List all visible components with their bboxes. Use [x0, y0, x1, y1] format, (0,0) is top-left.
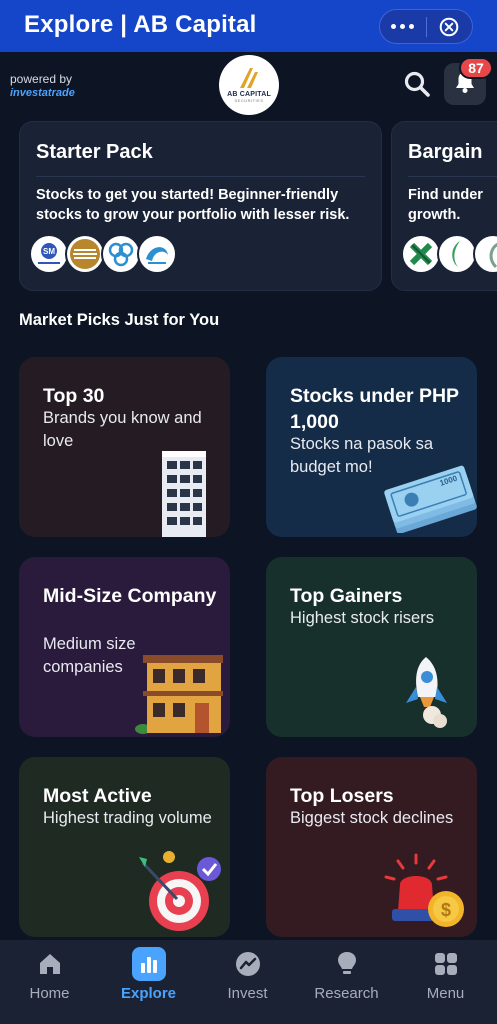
grid-icon — [429, 947, 463, 981]
nav-label: Home — [29, 985, 70, 1002]
pack-description: Find under growth. — [408, 187, 483, 223]
trend-icon — [231, 947, 265, 981]
most-active-card[interactable]: Most Active Highest trading volume — [19, 757, 230, 937]
search-icon[interactable] — [402, 69, 432, 99]
target-icon — [133, 849, 225, 937]
starter-pack-card[interactable]: Starter Pack Stocks to get you started! … — [19, 121, 382, 291]
money-stack-icon: 1000 — [381, 455, 477, 537]
notification-count-badge: 87 — [459, 57, 493, 79]
bargain-pack-card[interactable]: Bargain Find under growth. — [391, 121, 497, 291]
stocks-under-php-1000-card[interactable]: Stocks under PHP 1,000 Stocks na pasok s… — [266, 357, 477, 537]
top-gainers-card[interactable]: Top Gainers Highest stock risers — [266, 557, 477, 737]
nav-label: Menu — [426, 985, 465, 1002]
building-icon — [154, 445, 214, 537]
house-icon — [133, 651, 225, 737]
card-subtitle: Highest trading volume — [43, 809, 212, 827]
pack-title: Starter Pack — [36, 141, 153, 163]
logo-text: AB CAPITAL — [227, 91, 271, 98]
green-leaf-logo — [437, 234, 477, 274]
bar-chart-icon — [131, 947, 166, 981]
card-title: Top Losers — [290, 785, 394, 807]
card-title: Top Gainers — [290, 585, 403, 607]
card-title: Top 30 — [43, 385, 105, 407]
rocket-icon — [402, 655, 454, 734]
nav-home[interactable]: Home — [0, 940, 99, 1024]
title-bar: Explore | AB Capital — [0, 0, 497, 52]
nav-menu[interactable]: Menu — [396, 940, 495, 1024]
powered-by-brand: investatrade — [10, 87, 75, 99]
powered-by-label: powered by — [10, 72, 73, 86]
nav-label: Invest — [227, 985, 268, 1002]
pack-stock-logos — [401, 234, 497, 274]
pack-title: Bargain — [408, 141, 483, 163]
alarm-siren-icon: $ — [376, 849, 472, 937]
top-30-card[interactable]: Top 30 Brands you know and love — [19, 357, 230, 537]
wave-logo — [137, 234, 177, 274]
nav-label: Explore — [120, 985, 177, 1002]
pack-description: Stocks to get you started! Beginner-frie… — [36, 187, 350, 223]
sm-investments-logo: SM — [29, 234, 69, 274]
window-controls — [379, 9, 473, 44]
card-subtitle: Highest stock risers — [290, 609, 434, 627]
svg-text:SM: SM — [43, 247, 55, 256]
logo-subtext: SECURITIES — [234, 98, 264, 103]
close-circle-icon[interactable] — [426, 10, 472, 43]
card-title: Mid-Size Company — [43, 585, 217, 607]
mid-size-company-card[interactable]: Mid-Size Company Medium size companies — [19, 557, 230, 737]
nav-label: Research — [314, 985, 379, 1002]
home-icon — [33, 947, 67, 981]
pack-stock-logos: SM — [29, 234, 177, 274]
ab-capital-logo[interactable]: AB CAPITAL SECURITIES — [219, 55, 279, 115]
more-horizontal-icon[interactable] — [380, 10, 426, 43]
top-losers-card[interactable]: Top Losers Biggest stock declines $ — [266, 757, 477, 937]
card-title: Stocks under PHP 1,000 — [290, 385, 459, 433]
card-subtitle: Biggest stock declines — [290, 809, 454, 827]
pack-divider — [36, 176, 365, 177]
gold-stripes-logo — [65, 234, 105, 274]
card-title: Most Active — [43, 785, 152, 807]
svg-text:$: $ — [441, 900, 451, 920]
window-title: Explore | AB Capital — [24, 11, 257, 38]
section-title: Market Picks Just for You — [19, 311, 220, 329]
gray-leaf-logo — [473, 234, 497, 274]
nav-explore[interactable]: Explore — [99, 940, 198, 1024]
bottom-navigation: Home Explore Invest Research Menu — [0, 940, 497, 1024]
blue-swirl-logo — [101, 234, 141, 274]
nav-research[interactable]: Research — [297, 940, 396, 1024]
nav-invest[interactable]: Invest — [198, 940, 297, 1024]
lightbulb-icon — [330, 947, 364, 981]
logo-mark-icon — [236, 67, 262, 89]
pack-divider — [408, 176, 497, 177]
green-x-logo — [401, 234, 441, 274]
